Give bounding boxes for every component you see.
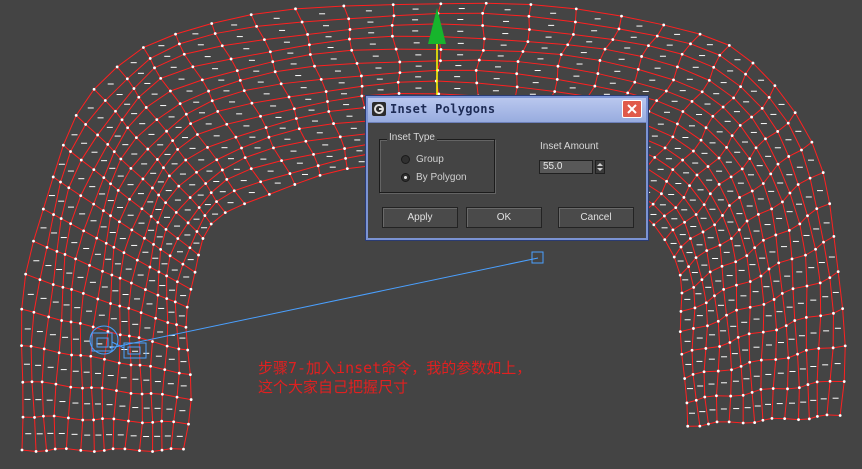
radio-by-polygon-label: By Polygon [416, 172, 467, 183]
close-icon [627, 104, 637, 114]
radio-group[interactable] [401, 155, 410, 164]
cancel-button[interactable]: Cancel [558, 207, 634, 228]
gizmo-arrow-icon[interactable] [428, 8, 446, 44]
inset-amount-label: Inset Amount [540, 141, 599, 152]
dialog-titlebar[interactable]: Inset Polygons [368, 98, 646, 123]
light-target-line [109, 257, 539, 349]
apply-button[interactable]: Apply [382, 207, 458, 228]
inset-amount-spinner[interactable] [595, 160, 605, 174]
inset-polygons-dialog[interactable]: Inset Polygons Inset Type Group By Polyg… [366, 96, 648, 240]
inset-type-label: Inset Type [387, 132, 437, 143]
inset-type-group [379, 139, 495, 193]
caption-line-2: 这个大家自己把握尺寸 [258, 378, 409, 396]
app-icon [372, 102, 386, 116]
dialog-title: Inset Polygons [390, 102, 496, 116]
radio-group-label: Group [416, 154, 444, 165]
spinner-arrows-icon [597, 163, 603, 171]
radio-by-polygon[interactable] [401, 173, 410, 182]
caption-line-1: 步骤7-加入inset命令，我的参数如上， [258, 359, 532, 377]
light-target-icon[interactable] [531, 251, 544, 264]
close-button[interactable] [622, 100, 642, 118]
inset-amount-field[interactable]: 55.0 [539, 160, 593, 174]
ok-button[interactable]: OK [466, 207, 542, 228]
